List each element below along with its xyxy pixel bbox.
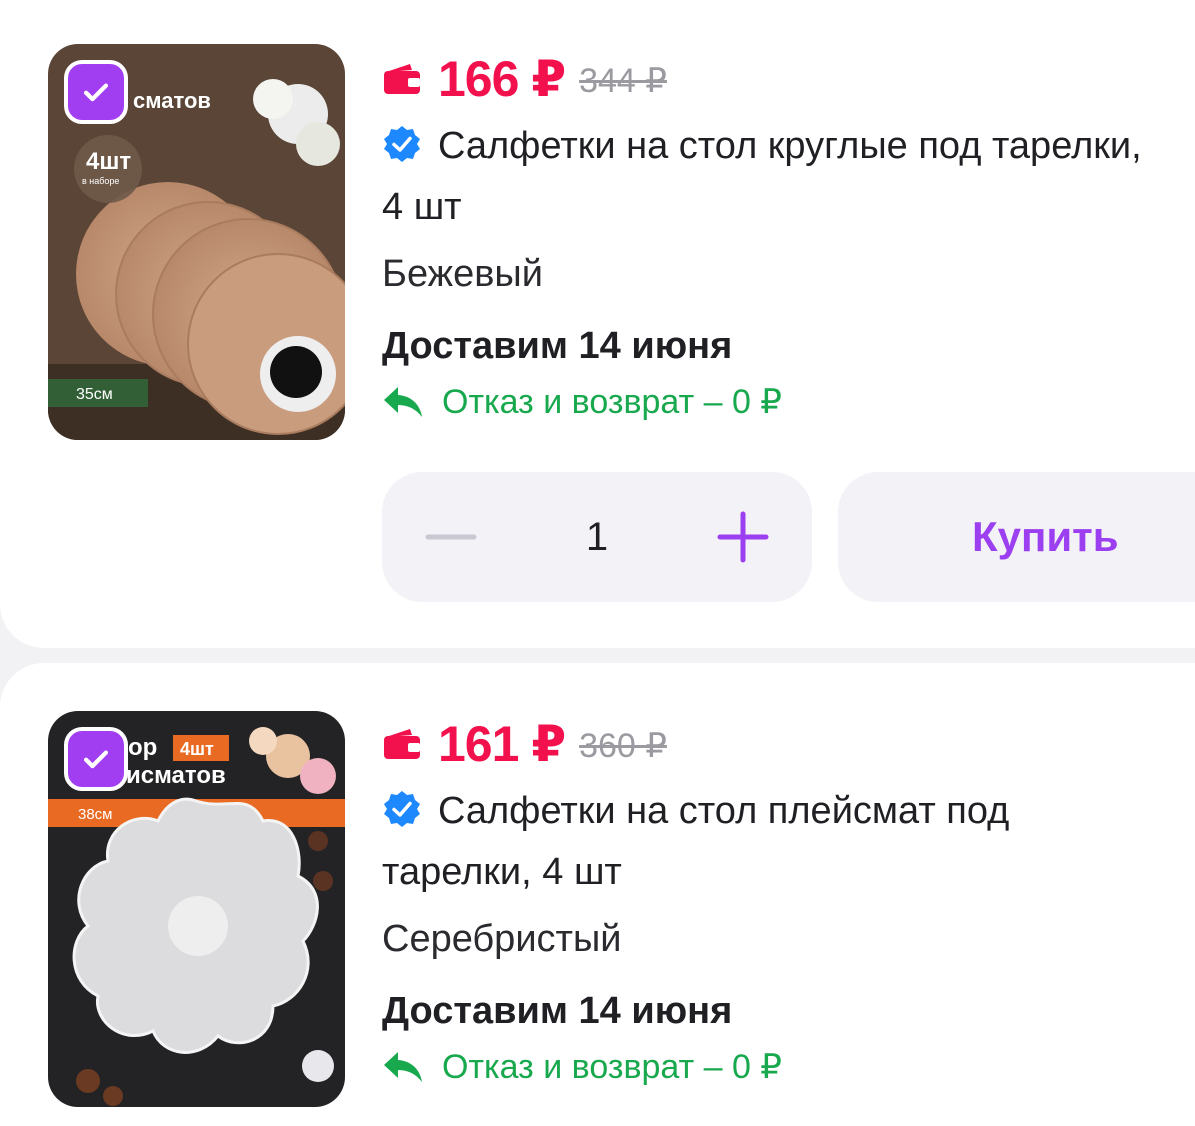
product-title[interactable]: Салфетки на стол плейсмат под тарелки, 4… <box>382 781 1142 903</box>
price: 166 ₽ <box>438 51 566 107</box>
price-row: 161 ₽ 360 ₽ <box>382 713 1155 775</box>
select-checkbox[interactable] <box>64 727 128 791</box>
svg-text:сматов: сматов <box>133 88 211 113</box>
increase-quantity-button[interactable] <box>714 508 772 566</box>
old-price: 344 ₽ <box>579 62 667 100</box>
svg-text:4шт: 4шт <box>180 739 214 759</box>
svg-text:35см: 35см <box>76 386 113 403</box>
product-title[interactable]: Салфетки на стол круглые под тарелки, 4 … <box>382 116 1142 238</box>
wallet-icon <box>384 64 420 94</box>
product-title-text: Салфетки на стол плейсмат под тарелки, 4… <box>382 790 1010 893</box>
product-info: 166 ₽ 344 ₽ Салфетки на стол круглые под… <box>382 48 1155 426</box>
select-checkbox[interactable] <box>64 60 128 124</box>
quantity-stepper: 1 <box>382 472 812 602</box>
cart-item-card: р сматов 4шт в наборе 35см 166 ₽ 344 ₽ С… <box>0 0 1195 648</box>
product-image[interactable]: р сматов 4шт в наборе 35см <box>48 44 345 440</box>
svg-text:в наборе: в наборе <box>82 176 119 186</box>
minus-icon <box>425 534 477 540</box>
svg-text:38см: 38см <box>78 806 113 823</box>
checkmark-icon <box>83 83 109 102</box>
svg-text:исматов: исматов <box>126 762 226 789</box>
product-image[interactable]: ор 4шт исматов 38см <box>48 711 345 1107</box>
product-variant: Бежевый <box>382 253 543 295</box>
return-arrow-icon <box>384 1052 422 1082</box>
returns-info: Отказ и возврат – 0 ₽ <box>382 378 1155 426</box>
buy-button[interactable]: Купить <box>838 472 1195 602</box>
svg-text:4шт: 4шт <box>86 148 131 175</box>
old-price: 360 ₽ <box>579 727 667 765</box>
product-title-text: Салфетки на стол круглые под тарелки, 4 … <box>382 125 1142 228</box>
checkmark-icon <box>83 750 109 769</box>
delivery-date: Доставим 14 июня <box>382 325 733 367</box>
verified-badge-icon <box>384 126 420 162</box>
returns-text: Отказ и возврат – 0 ₽ <box>442 383 782 421</box>
verified-badge-icon <box>384 791 420 827</box>
price-row: 166 ₽ 344 ₽ <box>382 48 1155 110</box>
product-variant: Серебристый <box>382 918 622 960</box>
price: 161 ₽ <box>438 716 566 772</box>
decrease-quantity-button[interactable] <box>422 508 480 566</box>
returns-text: Отказ и возврат – 0 ₽ <box>442 1048 782 1086</box>
returns-info: Отказ и возврат – 0 ₽ <box>382 1043 1155 1091</box>
quantity-value[interactable]: 1 <box>586 515 608 560</box>
svg-text:ор: ор <box>128 734 157 761</box>
return-arrow-icon <box>384 387 422 417</box>
product-info: 161 ₽ 360 ₽ Салфетки на стол плейсмат по… <box>382 713 1155 1091</box>
delivery-date: Доставим 14 июня <box>382 990 733 1032</box>
cart-item-card: ор 4шт исматов 38см 161 ₽ 360 ₽ Салфетки… <box>0 663 1195 1126</box>
plus-icon <box>717 511 769 563</box>
wallet-icon <box>384 729 420 759</box>
